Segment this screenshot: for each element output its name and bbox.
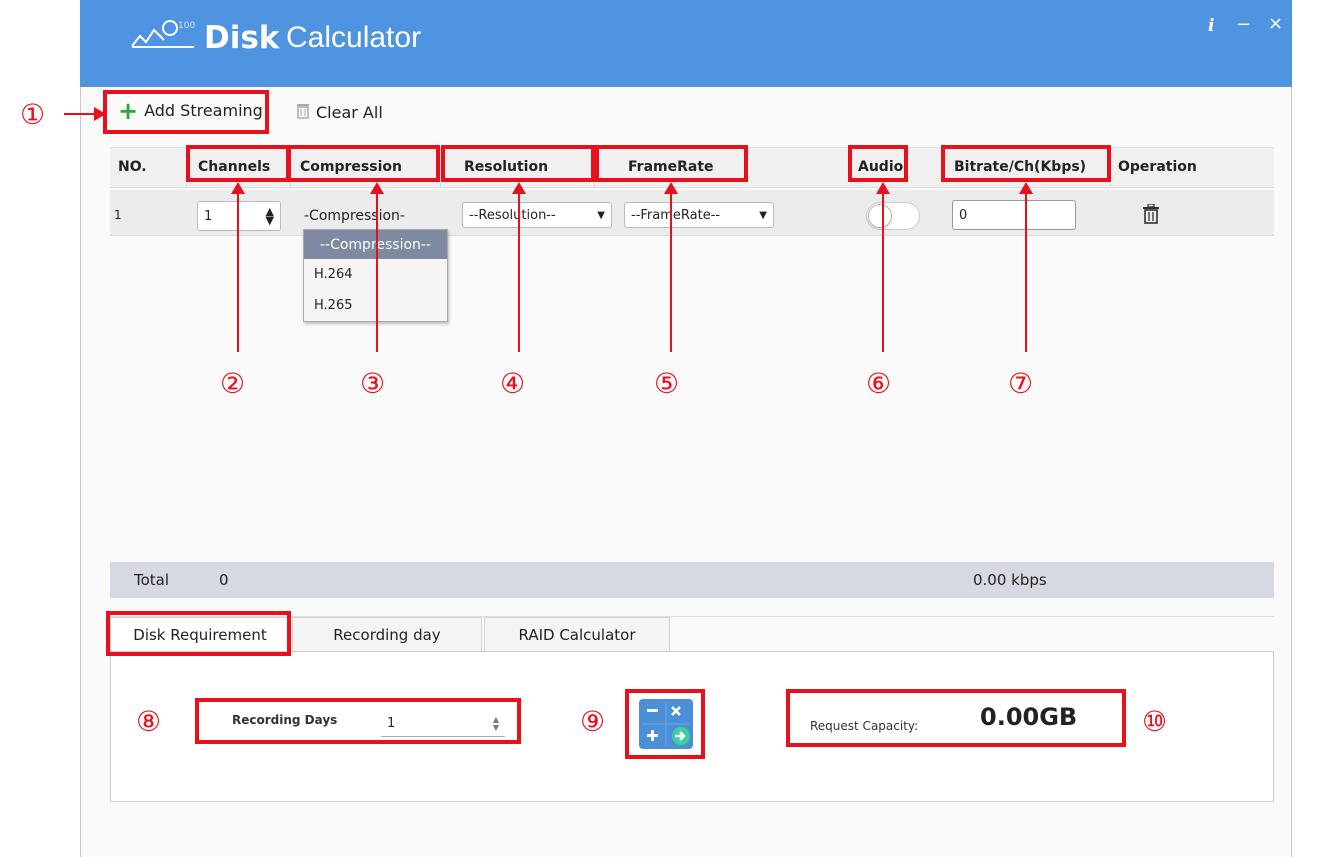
annotation-box [848, 145, 908, 182]
annotation-box [625, 689, 705, 759]
total-label: Total [134, 571, 170, 589]
minimize-button[interactable]: − [1236, 14, 1251, 35]
annotation-number: ⑩ [1142, 705, 1168, 738]
delete-row-icon[interactable] [1142, 203, 1160, 228]
annotation-number: ① [20, 98, 46, 131]
bitrate-input[interactable]: 0 [952, 200, 1076, 230]
tab-recording-day[interactable]: Recording day [292, 617, 482, 651]
audio-toggle[interactable] [866, 202, 920, 230]
caret-down-icon: ▼ [597, 209, 605, 221]
clear-all-label: Clear All [316, 102, 383, 122]
annotation-number: ③ [360, 367, 386, 400]
framerate-select[interactable]: --FrameRate-- ▼ [624, 202, 774, 228]
app-title-bold: Disk [204, 20, 280, 56]
annotation-box [103, 90, 269, 134]
clear-all-button[interactable]: Clear All [296, 101, 383, 123]
caret-down-icon: ▼ [759, 209, 767, 221]
total-value: 0 [219, 571, 229, 589]
app-logo-icon: 100 [130, 16, 196, 50]
resolution-select[interactable]: --Resolution-- ▼ [462, 202, 612, 228]
annotation-box [186, 145, 290, 182]
annotation-number: ⑦ [1008, 367, 1034, 400]
total-bitrate: 0.00 kbps [973, 571, 1047, 589]
tab-raid-calculator[interactable]: RAID Calculator [484, 617, 670, 651]
row-number: 1 [114, 208, 122, 222]
annotation-box [941, 145, 1111, 182]
header-operation: Operation [1118, 159, 1197, 175]
annotation-box [595, 145, 748, 182]
annotation-number: ② [220, 367, 246, 400]
annotation-number: ⑨ [580, 705, 606, 738]
annotation-box [106, 611, 291, 656]
svg-text:100: 100 [178, 21, 195, 31]
channels-stepper[interactable]: 1 ▲ ▼ [197, 201, 281, 231]
app-title-light: Calculator [286, 21, 422, 54]
annotation-number: ⑥ [866, 367, 892, 400]
annotation-box [287, 145, 440, 182]
trash-icon [296, 101, 310, 123]
annotation-box [195, 698, 521, 744]
header-no: NO. [118, 159, 147, 175]
annotation-box [786, 689, 1126, 747]
stepper-arrows-icon: ▲ ▼ [265, 205, 274, 227]
compression-select[interactable]: -Compression- [304, 208, 405, 224]
info-button[interactable]: i [1208, 16, 1214, 36]
resolution-value: --Resolution-- [469, 207, 556, 223]
channels-value: 1 [204, 208, 213, 224]
annotation-box [441, 145, 595, 182]
bitrate-value: 0 [959, 207, 968, 223]
annotation-number: ⑤ [654, 367, 680, 400]
total-bar [110, 562, 1274, 598]
close-button[interactable]: × [1268, 13, 1283, 34]
annotation-number: ⑧ [136, 705, 162, 738]
framerate-value: --FrameRate-- [631, 207, 721, 223]
annotation-number: ④ [500, 367, 526, 400]
